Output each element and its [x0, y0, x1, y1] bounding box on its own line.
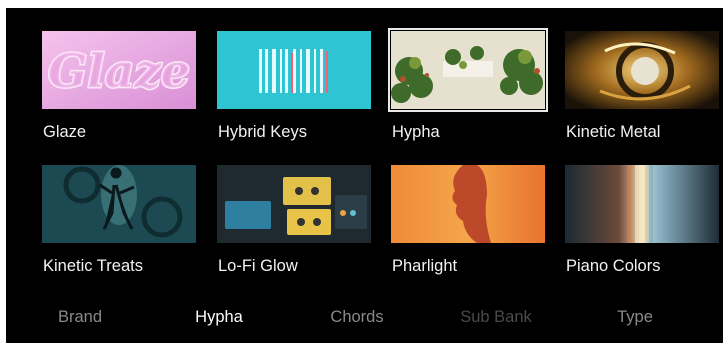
- preset-name: Piano Colors: [566, 257, 661, 275]
- svg-text:Glaze: Glaze: [48, 44, 190, 98]
- preset-name: Kinetic Treats: [43, 257, 143, 275]
- preset-name: Kinetic Metal: [566, 123, 661, 141]
- preset-name: Glaze: [43, 123, 87, 141]
- preset-thumbnail-pharlight: [391, 165, 545, 243]
- tab-type[interactable]: Type: [617, 308, 653, 327]
- preset-thumbnail-glaze: Glaze Glaze: [42, 31, 196, 109]
- filter-tab-bar: Brand Hypha Chords Sub Bank Type: [6, 308, 723, 334]
- tab-brand[interactable]: Brand: [58, 308, 102, 327]
- preset-name: Pharlight: [392, 257, 458, 275]
- preset-thumbnail-hypha: [391, 31, 545, 109]
- tab-hypha[interactable]: Hypha: [195, 308, 243, 327]
- preset-name: Lo-Fi Glow: [218, 257, 298, 275]
- tab-chords[interactable]: Chords: [330, 308, 383, 327]
- preset-thumbnail-lo-fi-glow: [217, 165, 371, 243]
- preset-thumbnail-hybrid-keys: [217, 31, 371, 109]
- preset-name: Hybrid Keys: [218, 123, 307, 141]
- preset-thumbnail-kinetic-treats: [42, 165, 196, 243]
- preset-browser: Glaze Glaze Glaze Hybrid Keys Hypha Kine…: [6, 8, 723, 343]
- preset-thumbnail-piano-colors: [565, 165, 719, 243]
- tab-sub-bank: Sub Bank: [460, 308, 532, 326]
- preset-thumbnail-kinetic-metal: [565, 31, 719, 109]
- preset-name: Hypha: [392, 123, 440, 141]
